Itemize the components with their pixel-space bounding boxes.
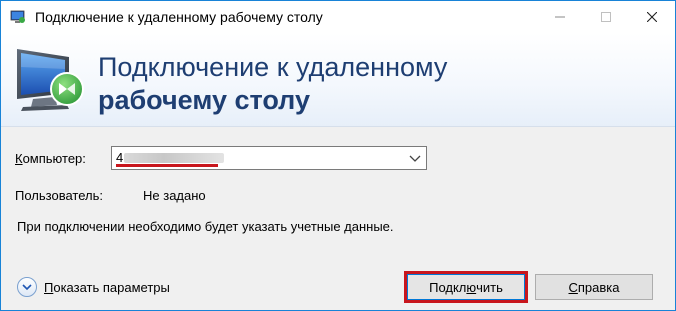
computer-label-text: омпьютер: (22, 151, 86, 166)
maximize-button[interactable] (583, 1, 629, 32)
title-bar: Подключение к удаленному рабочему столу (1, 1, 675, 33)
window-title: Подключение к удаленному рабочему столу (35, 9, 323, 25)
banner-title-line1: Подключение к удаленному (98, 52, 448, 82)
remote-desktop-icon (10, 10, 25, 23)
redacted-computer-name (124, 153, 224, 163)
connect-button-focus[interactable]: Подкл ю чить (407, 274, 525, 300)
computer-label: Компьютер: (15, 151, 86, 166)
minimize-button[interactable] (537, 1, 583, 32)
show-options-label[interactable]: Показать параметры (44, 280, 170, 295)
banner-title-line2: рабочему столу (98, 85, 310, 115)
user-value: Не задано (143, 188, 206, 203)
credentials-message: При подключении необходимо будет указать… (17, 219, 394, 234)
chevron-down-icon[interactable] (408, 151, 422, 165)
computer-label-accel: К (15, 151, 23, 166)
minimize-icon (555, 16, 565, 17)
help-button[interactable]: Справка (535, 274, 653, 300)
expand-circle-icon[interactable] (17, 277, 37, 297)
header-banner: Подключение к удаленному рабочему столу (1, 33, 675, 127)
close-button[interactable] (629, 1, 675, 32)
remote-desktop-window: Подключение к удаленному рабочему столу (0, 0, 676, 311)
show-options-toggle[interactable]: Показать параметры (17, 277, 170, 297)
maximize-icon (601, 11, 611, 22)
computer-combobox[interactable]: 4 (111, 146, 427, 170)
chevron-down-icon (22, 284, 32, 291)
remote-desktop-logo-icon (17, 49, 84, 111)
red-underline-annotation (116, 164, 218, 167)
computer-input-value[interactable]: 4 (116, 150, 123, 165)
user-label: Пользователь: (15, 188, 103, 203)
connect-button[interactable]: Подкл ю чить (404, 271, 528, 303)
close-icon (647, 11, 657, 22)
